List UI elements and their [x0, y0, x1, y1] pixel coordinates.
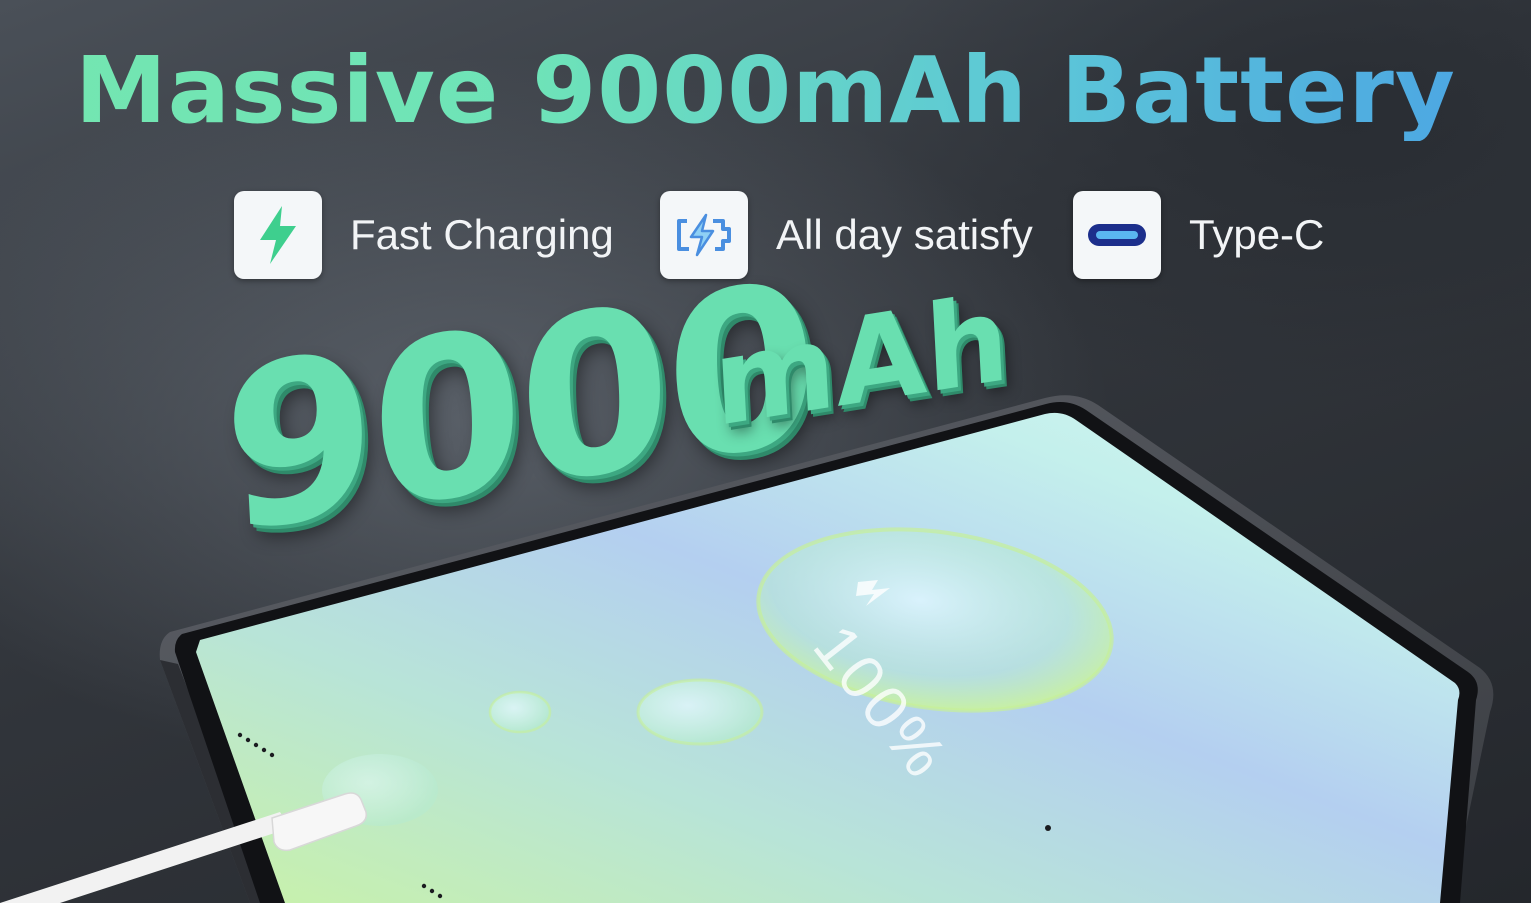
small-bubble — [488, 690, 552, 734]
medium-bubble — [636, 678, 764, 746]
front-camera — [1045, 825, 1051, 831]
promo-banner: Massive 9000mAh Battery Fast Charging Al… — [0, 0, 1531, 903]
tablet-illustration — [0, 395, 1494, 903]
